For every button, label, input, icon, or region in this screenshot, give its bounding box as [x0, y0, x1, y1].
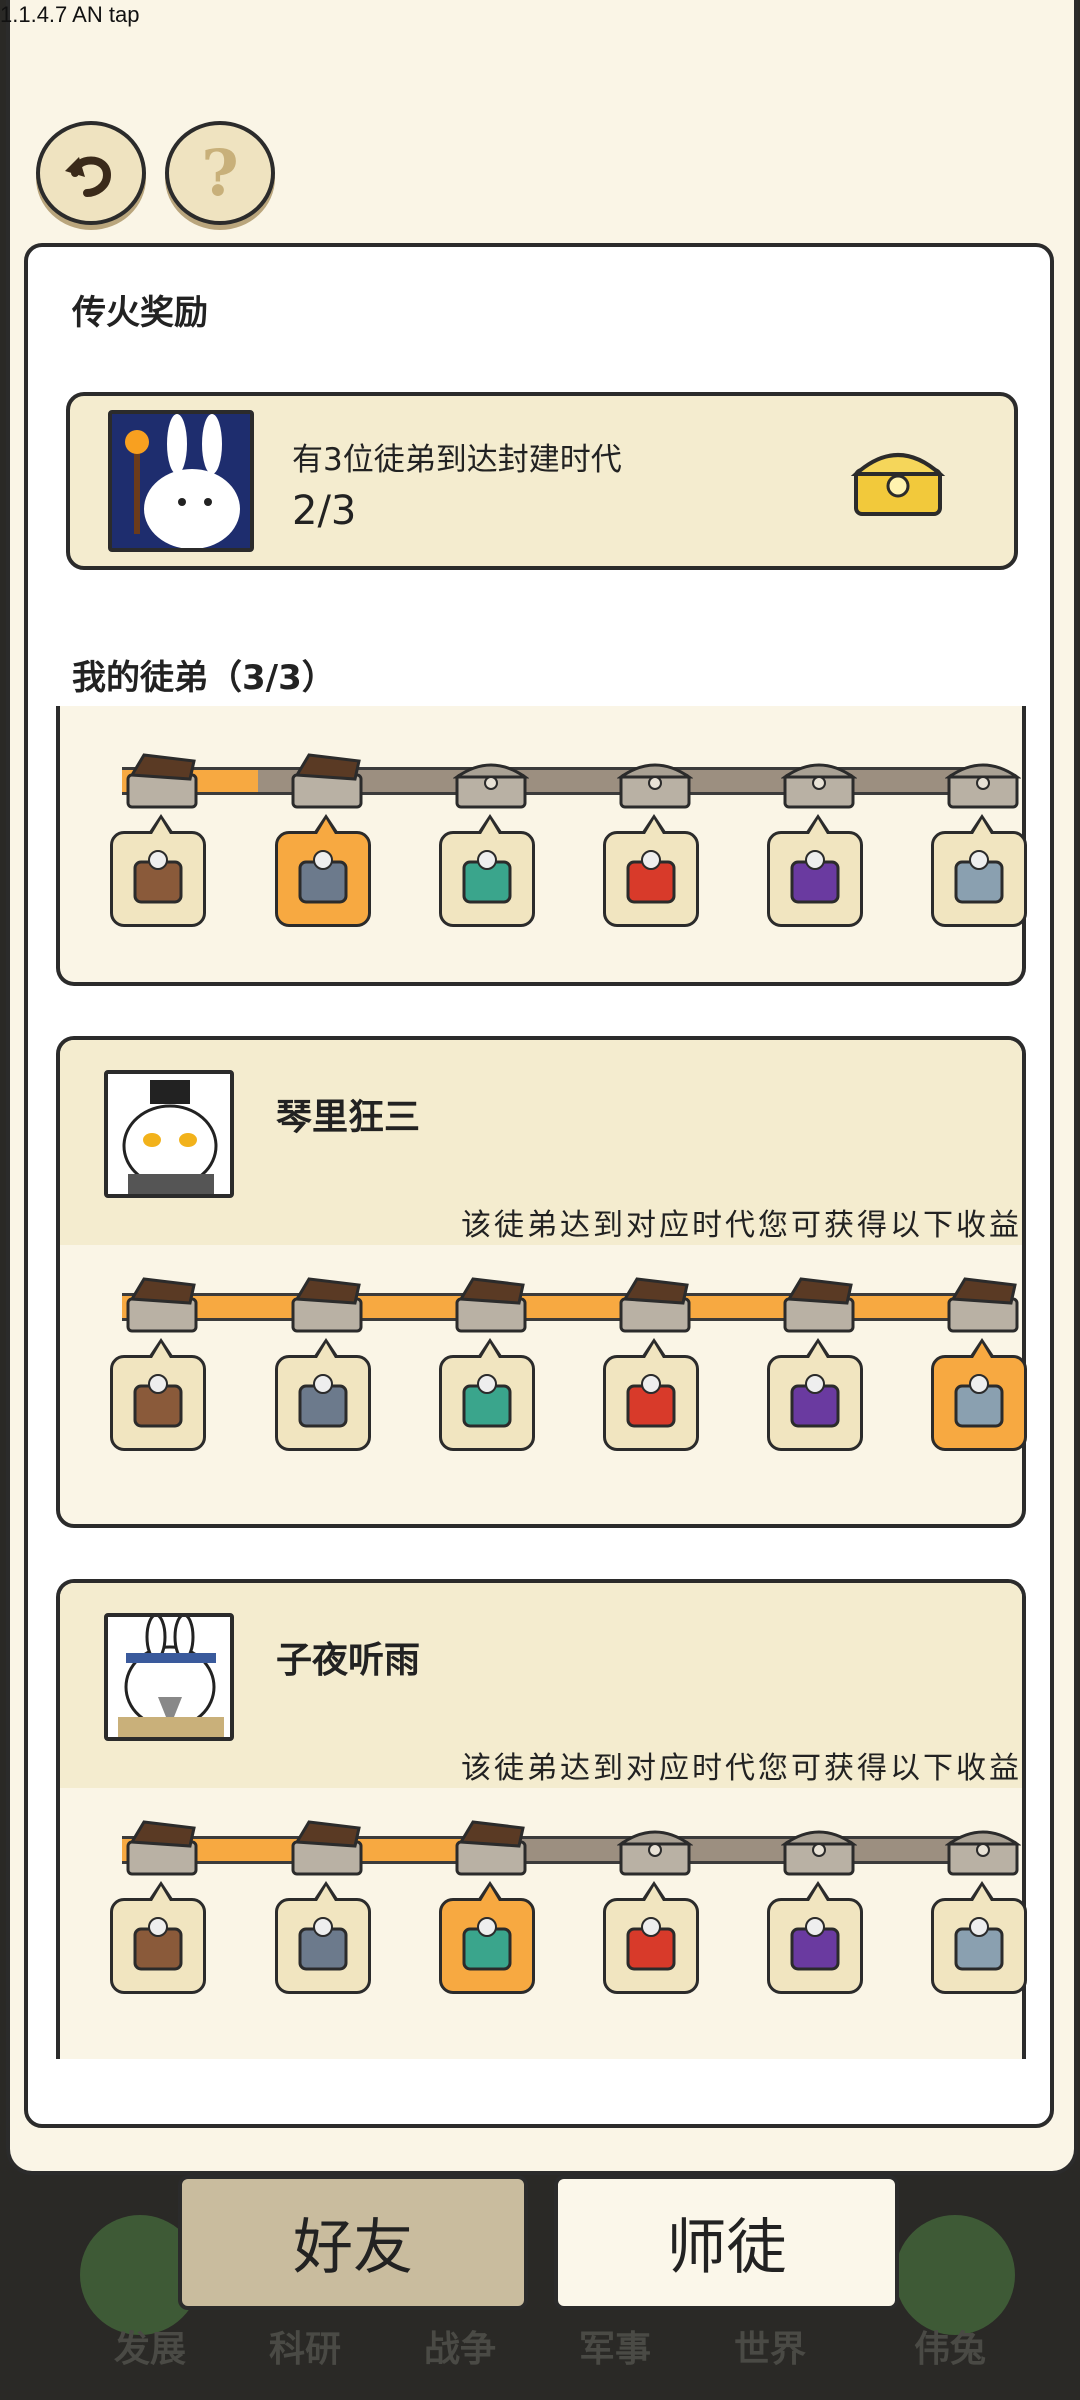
opened-chest-icon[interactable] — [617, 1277, 693, 1333]
ancient-age-icon-glyph — [298, 1374, 348, 1428]
opened-chest-icon[interactable] — [124, 753, 200, 809]
nav-develop[interactable]: 发展 — [80, 2320, 220, 2372]
ancient-age-icon-glyph — [298, 1917, 348, 1971]
nav-research[interactable]: 科研 — [235, 2320, 375, 2372]
stone-age-icon[interactable] — [110, 1881, 206, 1994]
closed-chest-icon[interactable] — [453, 753, 529, 809]
opened-chest-icon[interactable] — [289, 1820, 365, 1876]
stone-age-icon-glyph — [133, 1917, 183, 1971]
question-icon: ? — [201, 135, 239, 211]
bronze-age-icon[interactable] — [439, 814, 535, 927]
reward-task-text: 有3位徒弟到达封建时代 — [292, 442, 622, 478]
stone-age-icon-glyph — [133, 850, 183, 904]
modern-age-icon-glyph — [954, 1917, 1004, 1971]
feudal-age-icon-glyph — [626, 1374, 676, 1428]
industrial-age-icon[interactable] — [767, 1881, 863, 1994]
reward-card: 有3位徒弟到达封建时代 2/3 — [66, 392, 1018, 570]
ancient-age-icon-glyph — [298, 850, 348, 904]
ancient-age-icon[interactable] — [275, 1338, 371, 1451]
reward-track-2 — [60, 1245, 1027, 1451]
tab-mentor[interactable]: 师徒 — [554, 2175, 899, 2310]
opened-chest-icon[interactable] — [453, 1820, 529, 1876]
disciple-note: 该徒弟达到对应时代您可获得以下收益 — [461, 1751, 1022, 1786]
reward-track-3 — [60, 1788, 1027, 1994]
industrial-age-icon[interactable] — [767, 814, 863, 927]
closed-chest-icon[interactable] — [617, 753, 693, 809]
stone-age-icon[interactable] — [110, 1338, 206, 1451]
disciples-section-title: 我的徒弟（3/3） — [72, 658, 336, 698]
disciple-name: 子夜听雨 — [276, 1640, 421, 1681]
closed-chest-icon[interactable] — [945, 1820, 1021, 1876]
bronze-age-icon[interactable] — [439, 1338, 535, 1451]
nav-rabbit-icon[interactable] — [895, 2215, 1015, 2335]
version-label: 1.1.4.7 AN tap — [0, 2, 140, 27]
feudal-age-icon[interactable] — [603, 814, 699, 927]
industrial-age-icon-glyph — [790, 850, 840, 904]
reward-section-title: 传火奖励 — [72, 293, 208, 333]
stone-age-icon-glyph — [133, 1374, 183, 1428]
reward-track-1 — [60, 721, 1027, 927]
feudal-age-icon[interactable] — [603, 1338, 699, 1451]
opened-chest-icon[interactable] — [124, 1277, 200, 1333]
disciple-note: 该徒弟达到对应时代您可获得以下收益 — [461, 1208, 1022, 1243]
modern-age-icon[interactable] — [931, 1338, 1027, 1451]
nav-military[interactable]: 军事 — [545, 2320, 685, 2372]
opened-chest-icon[interactable] — [781, 1277, 857, 1333]
nav-war[interactable]: 战争 — [390, 2320, 530, 2372]
feudal-age-icon-glyph — [626, 850, 676, 904]
bronze-age-icon-glyph — [462, 1917, 512, 1971]
cat-avatar — [104, 1070, 234, 1198]
modern-age-icon-glyph — [954, 850, 1004, 904]
industrial-age-icon-glyph — [790, 1374, 840, 1428]
bronze-age-icon-glyph — [462, 850, 512, 904]
modern-age-icon[interactable] — [931, 1881, 1027, 1994]
stone-age-icon[interactable] — [110, 814, 206, 927]
disciple-name: 琴里狂三 — [276, 1097, 421, 1138]
back-button[interactable] — [36, 121, 146, 225]
opened-chest-icon[interactable] — [124, 1820, 200, 1876]
closed-chest-icon[interactable] — [781, 1820, 857, 1876]
modern-age-icon[interactable] — [931, 814, 1027, 927]
bronze-age-icon-glyph — [462, 1374, 512, 1428]
opened-chest-icon[interactable] — [289, 753, 365, 809]
disciple-card-3: 子夜听雨 该徒弟达到对应时代您可获得以下收益 — [56, 1579, 1027, 2059]
torch-rabbit-avatar — [108, 410, 254, 552]
nav-world[interactable]: 世界 — [700, 2320, 840, 2372]
gold-chest-icon[interactable] — [850, 440, 946, 520]
bronze-age-icon[interactable] — [439, 1881, 535, 1994]
ancient-age-icon[interactable] — [275, 814, 371, 927]
tab-friends[interactable]: 好友 — [178, 2175, 528, 2310]
feudal-age-icon[interactable] — [603, 1881, 699, 1994]
ancient-age-icon[interactable] — [275, 1881, 371, 1994]
reward-progress: 2/3 — [292, 488, 357, 534]
back-arrow-icon — [65, 156, 112, 197]
closed-chest-icon[interactable] — [781, 753, 857, 809]
opened-chest-icon[interactable] — [453, 1277, 529, 1333]
industrial-age-icon-glyph — [790, 1917, 840, 1971]
opened-chest-icon[interactable] — [945, 1277, 1021, 1333]
feudal-age-icon-glyph — [626, 1917, 676, 1971]
scholar-rabbit-avatar — [104, 1613, 234, 1741]
modern-age-icon-glyph — [954, 1374, 1004, 1428]
disciple-card-1 — [56, 706, 1027, 986]
opened-chest-icon[interactable] — [289, 1277, 365, 1333]
disciple-card-2: 琴里狂三 该徒弟达到对应时代您可获得以下收益 — [56, 1036, 1027, 1528]
closed-chest-icon[interactable] — [945, 753, 1021, 809]
industrial-age-icon[interactable] — [767, 1338, 863, 1451]
closed-chest-icon[interactable] — [617, 1820, 693, 1876]
help-button[interactable]: ? — [165, 121, 275, 225]
nav-rabbit[interactable]: 伟兔 — [880, 2320, 1020, 2372]
